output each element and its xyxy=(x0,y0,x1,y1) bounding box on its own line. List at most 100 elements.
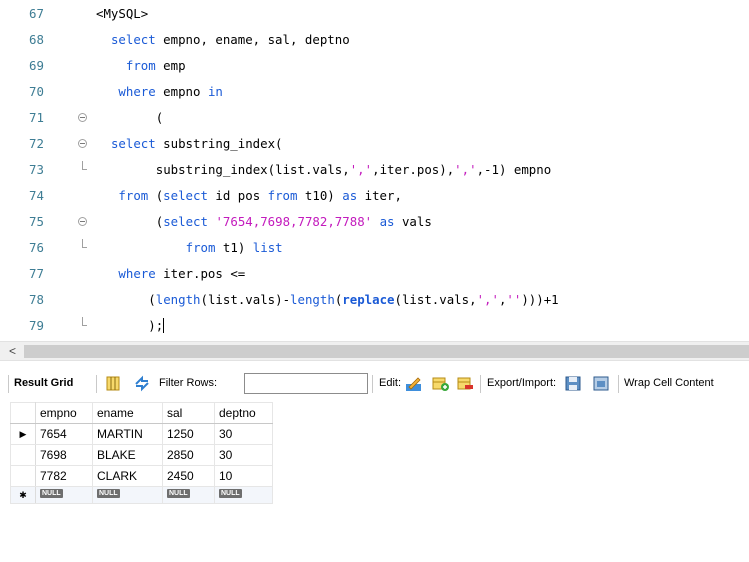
line-number: 79 xyxy=(29,318,44,333)
result-grid[interactable]: empno ename sal deptno ▶ 7654 MARTIN 125… xyxy=(10,402,273,504)
column-header-sal[interactable]: sal xyxy=(162,402,215,424)
delete-row-icon[interactable] xyxy=(456,375,474,392)
cell-null[interactable]: NULL xyxy=(162,486,215,504)
code-text[interactable]: where iter.pos <= xyxy=(118,261,245,287)
table-row[interactable]: 7782 CLARK 2450 10 xyxy=(10,465,273,487)
cell-null[interactable]: NULL xyxy=(35,486,93,504)
grid-header-row: empno ename sal deptno xyxy=(10,402,273,424)
cell-deptno[interactable]: 30 xyxy=(214,423,273,445)
code-line[interactable]: 72 select substring_index( xyxy=(0,131,749,157)
sql-keyword: as xyxy=(342,188,358,203)
code-text[interactable]: (select '7654,7698,7782,7788' as vals xyxy=(156,209,432,235)
grid-view-icon[interactable] xyxy=(104,375,122,392)
cell-sal[interactable]: 1250 xyxy=(162,423,215,445)
text-caret xyxy=(163,318,165,333)
code-text[interactable]: from t1) list xyxy=(186,235,283,261)
cell-deptno[interactable]: 30 xyxy=(214,444,273,466)
cell-sal[interactable]: 2450 xyxy=(162,465,215,487)
code-text[interactable]: ( xyxy=(156,105,163,131)
sql-keyword: from xyxy=(267,188,298,203)
sql-token: ( xyxy=(148,188,164,203)
fold-toggle-icon[interactable] xyxy=(76,131,88,157)
import-icon[interactable] xyxy=(592,375,610,392)
cell-ename[interactable]: MARTIN xyxy=(92,423,163,445)
fold-toggle-icon[interactable] xyxy=(76,105,88,131)
code-line[interactable]: 71 ( xyxy=(0,105,749,131)
null-badge: NULL xyxy=(40,489,63,498)
null-badge: NULL xyxy=(97,489,120,498)
code-line[interactable]: 69 from emp xyxy=(0,53,749,79)
column-header-deptno[interactable]: deptno xyxy=(214,402,273,424)
sql-token: iter, xyxy=(357,188,402,203)
code-text[interactable]: from (select id pos from t10) as iter, xyxy=(118,183,402,209)
code-line[interactable]: 67 <MySQL> xyxy=(0,1,749,27)
toolbar-separator xyxy=(8,375,9,393)
table-row[interactable]: ▶ 7654 MARTIN 1250 30 xyxy=(10,423,273,445)
code-line[interactable]: 79); xyxy=(0,313,749,339)
sql-keyword: select xyxy=(110,32,156,47)
table-row[interactable]: 7698 BLAKE 2850 30 xyxy=(10,444,273,466)
null-badge: NULL xyxy=(219,489,242,498)
fold-end-icon xyxy=(76,157,88,183)
line-number: 68 xyxy=(29,32,44,47)
add-row-icon[interactable] xyxy=(431,375,449,392)
code-line[interactable]: 68 select empno, ename, sal, deptno xyxy=(0,27,749,53)
code-text[interactable]: select empno, ename, sal, deptno xyxy=(111,27,350,53)
row-header xyxy=(10,465,36,487)
cell-ename[interactable]: BLAKE xyxy=(92,444,163,466)
code-text[interactable]: <MySQL> xyxy=(96,1,148,27)
sql-token: (list.vals)- xyxy=(200,292,291,307)
code-line[interactable]: 78 (length(list.vals)-length(replace(list… xyxy=(0,287,749,313)
code-line[interactable]: 74 from (select id pos from t10) as iter, xyxy=(0,183,749,209)
sql-keyword: where xyxy=(118,266,156,281)
code-line[interactable]: 73 substring_index(list.vals,',',iter.pos… xyxy=(0,157,749,183)
cell-deptno[interactable]: 10 xyxy=(214,465,273,487)
toolbar-separator xyxy=(372,375,373,393)
cell-ename[interactable]: CLARK xyxy=(92,465,163,487)
scroll-left-icon[interactable]: < xyxy=(9,344,16,358)
cell-null[interactable]: NULL xyxy=(214,486,273,504)
line-number: 71 xyxy=(29,110,44,125)
line-number: 70 xyxy=(29,84,44,99)
code-line[interactable]: 77 where iter.pos <= xyxy=(0,261,749,287)
code-line[interactable]: 70 where empno in xyxy=(0,79,749,105)
cell-null[interactable]: NULL xyxy=(92,486,163,504)
cell-sal[interactable]: 2850 xyxy=(162,444,215,466)
fold-toggle-icon[interactable] xyxy=(76,209,88,235)
sql-keyword: from xyxy=(125,58,156,73)
code-text[interactable]: substring_index(list.vals,',',iter.pos),… xyxy=(156,157,551,183)
new-row[interactable]: ✱ NULL NULL NULL NULL xyxy=(10,486,273,504)
sql-token: vals xyxy=(394,214,432,229)
cell-empno[interactable]: 7782 xyxy=(35,465,93,487)
code-text[interactable]: where empno in xyxy=(118,79,222,105)
column-header-ename[interactable]: ename xyxy=(92,402,163,424)
code-text[interactable]: select substring_index( xyxy=(111,131,283,157)
cell-empno[interactable]: 7654 xyxy=(35,423,93,445)
edit-pencil-icon[interactable] xyxy=(405,375,423,392)
scrollbar-thumb[interactable] xyxy=(24,345,749,358)
cell-empno[interactable]: 7698 xyxy=(35,444,93,466)
export-icon[interactable] xyxy=(564,375,582,392)
sql-token: substring_index( xyxy=(155,136,283,151)
line-number: 78 xyxy=(29,292,44,307)
sql-keyword: length xyxy=(155,292,201,307)
code-text[interactable]: ); xyxy=(148,313,165,339)
current-row-marker: ▶ xyxy=(10,423,36,445)
new-row-marker: ✱ xyxy=(10,486,36,504)
result-grid-tab[interactable]: Result Grid xyxy=(14,377,73,389)
refresh-icon[interactable] xyxy=(133,375,151,392)
wrap-cell-content-option[interactable]: Wrap Cell Content xyxy=(624,377,714,389)
code-line[interactable]: 76 from t1) list xyxy=(0,235,749,261)
fold-end-icon xyxy=(76,313,88,339)
editor-horizontal-scrollbar[interactable]: < xyxy=(0,341,749,361)
sql-editor[interactable]: 67 <MySQL> 68 select empno, ename, sal, dep… xyxy=(0,0,749,340)
column-header-empno[interactable]: empno xyxy=(35,402,93,424)
sql-keyword: select xyxy=(110,136,156,151)
sql-string: ',' xyxy=(476,292,499,307)
code-text[interactable]: from emp xyxy=(126,53,186,79)
code-text[interactable]: (length(list.vals)-length(replace(list.v… xyxy=(148,287,558,313)
code-line[interactable]: 75 (select '7654,7698,7782,7788' as vals xyxy=(0,209,749,235)
sql-token: iter.pos <= xyxy=(155,266,246,281)
filter-rows-input[interactable] xyxy=(244,373,368,394)
